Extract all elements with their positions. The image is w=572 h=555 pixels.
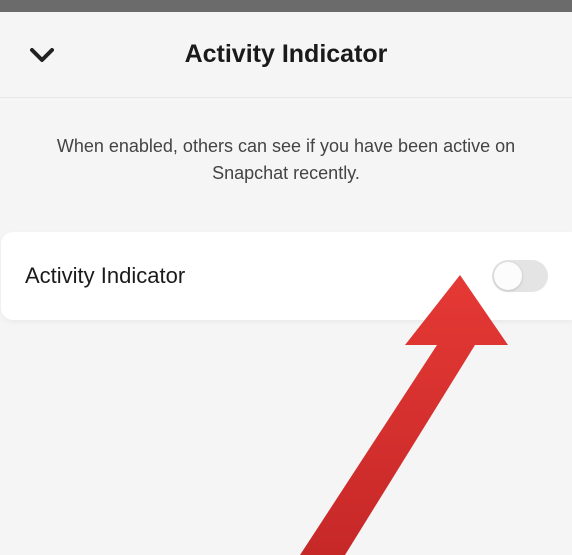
- chevron-down-icon[interactable]: [30, 40, 54, 70]
- toggle-knob: [494, 262, 522, 290]
- activity-indicator-row: Activity Indicator: [1, 232, 572, 320]
- top-status-bar: [0, 0, 572, 12]
- setting-description: When enabled, others can see if you have…: [0, 98, 572, 232]
- activity-indicator-toggle[interactable]: [492, 260, 548, 292]
- setting-label: Activity Indicator: [25, 263, 185, 289]
- page-title: Activity Indicator: [20, 40, 552, 69]
- header: Activity Indicator: [0, 12, 572, 98]
